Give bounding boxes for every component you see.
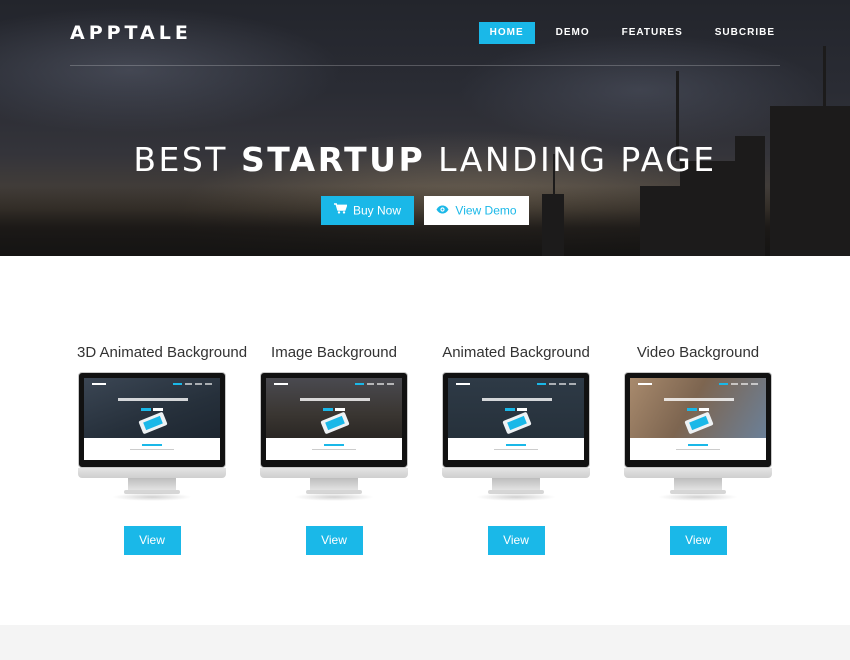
preview-button	[505, 408, 515, 411]
headline-part: LANDING PAGE	[425, 140, 717, 179]
shopping-cart-icon	[333, 196, 348, 225]
preview-phone	[502, 411, 532, 435]
view-3d-animated-button[interactable]: View	[123, 526, 181, 555]
main-nav: HOME DEMO FEATURES SUBCRIBE	[469, 22, 786, 44]
preview-screen	[84, 378, 220, 460]
monitor-chin	[260, 468, 408, 478]
preview-screen	[448, 378, 584, 460]
skyline-building	[542, 194, 564, 256]
monitor-bezel	[78, 372, 226, 468]
preview-content	[266, 438, 402, 460]
demo-card-title: 3D Animated Background	[77, 344, 248, 361]
monitor-chin	[442, 468, 590, 478]
view-animated-background-button[interactable]: View	[487, 526, 545, 555]
monitor-preview	[260, 372, 408, 501]
preview-button	[141, 408, 151, 411]
preview-button	[153, 408, 163, 411]
nav-item-subscribe[interactable]: SUBCRIBE	[704, 22, 786, 44]
monitor-bezel	[260, 372, 408, 468]
preview-button	[687, 408, 697, 411]
buy-now-label: Buy Now	[352, 203, 402, 218]
demo-card-video: Video Background View	[623, 342, 773, 555]
preview-logo	[92, 383, 106, 385]
preview-content	[84, 438, 220, 460]
header-divider	[70, 65, 780, 66]
preview-content	[448, 438, 584, 460]
preview-headline	[118, 398, 188, 401]
demo-card-image: Image Background View	[259, 342, 409, 555]
demo-card-3d: 3D Animated Background View	[77, 342, 248, 555]
monitor-preview	[78, 372, 226, 501]
headline-part: BEST	[133, 140, 241, 179]
preview-headline	[482, 398, 552, 401]
demo-card-title: Animated Background	[442, 344, 590, 361]
monitor-shadow	[294, 493, 374, 501]
preview-hero	[84, 378, 220, 438]
preview-logo	[274, 383, 288, 385]
monitor-shadow	[112, 493, 192, 501]
monitor-shadow	[476, 493, 556, 501]
skyline-antenna	[823, 46, 826, 116]
preview-hero	[630, 378, 766, 438]
nav-item-home[interactable]: HOME	[478, 22, 535, 44]
demo-card-title: Video Background	[636, 344, 760, 361]
nav-item-demo[interactable]: DEMO	[545, 22, 601, 44]
monitor-chin	[624, 468, 772, 478]
preview-logo	[456, 383, 470, 385]
preview-button	[517, 408, 527, 411]
monitor-chin	[78, 468, 226, 478]
preview-button	[335, 408, 345, 411]
preview-headline	[664, 398, 734, 401]
skyline-building	[770, 106, 850, 256]
view-demo-button[interactable]: View Demo	[424, 196, 529, 225]
preview-nav	[537, 383, 576, 385]
preview-screen	[630, 378, 766, 460]
preview-button	[699, 408, 709, 411]
demo-card-animated: Animated Background View	[441, 342, 591, 555]
buy-now-button[interactable]: Buy Now	[321, 196, 414, 225]
preview-nav	[173, 383, 212, 385]
preview-logo	[638, 383, 652, 385]
site-logo[interactable]: APPTALE	[70, 22, 192, 44]
hero-section: APPTALE HOME DEMO FEATURES SUBCRIBE BEST…	[0, 0, 850, 256]
preview-nav	[719, 383, 758, 385]
view-video-background-button[interactable]: View	[669, 526, 727, 555]
preview-content	[630, 438, 766, 460]
monitor-preview	[624, 372, 772, 501]
preview-phone	[138, 411, 168, 435]
hero-headline: BEST STARTUP LANDING PAGE	[0, 140, 850, 179]
preview-screen	[266, 378, 402, 460]
preview-phone	[684, 411, 714, 435]
skyline-building	[640, 186, 680, 256]
monitor-preview	[442, 372, 590, 501]
monitor-bezel	[442, 372, 590, 468]
preview-button	[323, 408, 333, 411]
view-image-background-button[interactable]: View	[305, 526, 363, 555]
view-demo-label: View Demo	[455, 203, 517, 218]
preview-hero	[448, 378, 584, 438]
headline-bold-part: STARTUP	[240, 140, 426, 179]
preview-nav	[355, 383, 394, 385]
preview-phone	[320, 411, 350, 435]
demo-card-title: Image Background	[271, 344, 397, 361]
preview-headline	[300, 398, 370, 401]
monitor-bezel	[624, 372, 772, 468]
monitor-shadow	[658, 493, 738, 501]
nav-item-features[interactable]: FEATURES	[611, 22, 694, 44]
eye-icon	[436, 196, 449, 225]
footer-section	[0, 625, 850, 660]
preview-hero	[266, 378, 402, 438]
